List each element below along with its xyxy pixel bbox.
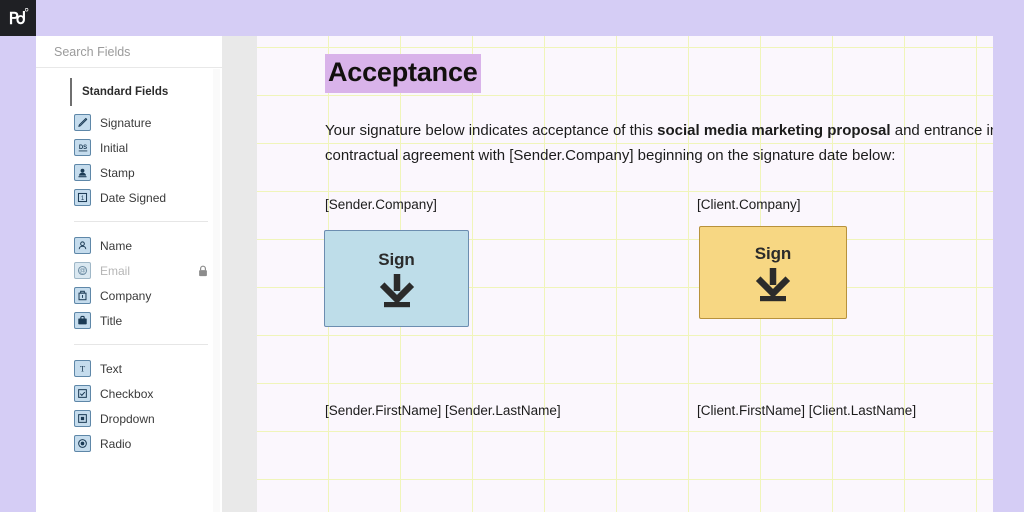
field-group-identity: Name @ Email Company Title bbox=[64, 233, 222, 333]
sign-label: Sign bbox=[754, 243, 792, 263]
page-title: Acceptance bbox=[325, 54, 481, 94]
company-icon bbox=[74, 287, 91, 304]
pd-logo-icon bbox=[9, 8, 29, 25]
field-group-signing: Signature DS Initial Stamp 1 Date Signed bbox=[64, 110, 222, 210]
email-icon: @ bbox=[74, 262, 91, 279]
field-item-title[interactable]: Title bbox=[64, 308, 222, 333]
paragraph-part-1: Your signature below indicates acceptanc… bbox=[325, 122, 658, 139]
field-item-name[interactable]: Name bbox=[64, 233, 222, 258]
initial-icon: DS bbox=[74, 139, 91, 156]
lock-icon bbox=[198, 265, 208, 277]
date-signed-icon: 1 bbox=[74, 189, 91, 206]
client-company-placeholder: [Client.Company] bbox=[697, 197, 801, 212]
field-label: Title bbox=[100, 313, 123, 328]
section-header-standard-fields: Standard Fields bbox=[70, 78, 222, 106]
sender-signature-field[interactable]: Sign bbox=[324, 230, 469, 327]
group-divider bbox=[74, 344, 208, 345]
field-label: Date Signed bbox=[100, 190, 167, 205]
group-divider bbox=[74, 221, 208, 222]
field-label: Email bbox=[100, 263, 131, 278]
field-label: Radio bbox=[100, 436, 132, 451]
pandadoc-logo[interactable] bbox=[0, 0, 36, 36]
field-label: Dropdown bbox=[100, 411, 155, 426]
field-item-radio[interactable]: Radio bbox=[64, 431, 222, 456]
sender-name-placeholder: [Sender.FirstName] [Sender.LastName] bbox=[325, 403, 561, 418]
sign-label: Sign bbox=[378, 249, 415, 269]
field-label: Text bbox=[100, 361, 123, 376]
section-title-label: Standard Fields bbox=[82, 86, 169, 98]
field-label: Checkbox bbox=[100, 386, 154, 401]
sender-company-placeholder: [Sender.Company] bbox=[325, 197, 437, 212]
canvas-gutter bbox=[222, 36, 257, 512]
stamp-icon bbox=[74, 164, 91, 181]
field-group-inputs: T Text Checkbox Dropdown Radio bbox=[64, 356, 222, 456]
panel-scrollbar[interactable] bbox=[213, 69, 220, 512]
field-label: Initial bbox=[100, 140, 129, 155]
fields-panel: Standard Fields Signature DS bbox=[36, 36, 222, 512]
field-item-initial[interactable]: DS Initial bbox=[64, 135, 222, 160]
svg-text:1: 1 bbox=[81, 196, 85, 202]
field-item-date-signed[interactable]: 1 Date Signed bbox=[64, 185, 222, 210]
signature-icon bbox=[74, 114, 91, 131]
field-item-checkbox[interactable]: Checkbox bbox=[64, 381, 222, 406]
field-label: Name bbox=[100, 238, 133, 253]
checkbox-icon bbox=[74, 385, 91, 402]
pandadoc-editor: Standard Fields Signature DS bbox=[0, 0, 1024, 512]
radio-icon bbox=[74, 435, 91, 452]
client-signature-field[interactable]: Sign bbox=[699, 226, 847, 319]
svg-text:T: T bbox=[80, 363, 86, 373]
name-icon bbox=[74, 237, 91, 254]
document-content: Acceptance Your signature below indicate… bbox=[257, 36, 993, 512]
dropdown-icon bbox=[74, 410, 91, 427]
field-item-company[interactable]: Company bbox=[64, 283, 222, 308]
text-icon: T bbox=[74, 360, 91, 377]
field-item-stamp[interactable]: Stamp bbox=[64, 160, 222, 185]
field-item-text[interactable]: T Text bbox=[64, 356, 222, 381]
search-input[interactable] bbox=[54, 44, 215, 59]
field-label: Stamp bbox=[100, 165, 135, 180]
fields-list-container: Standard Fields Signature DS Initial Sta… bbox=[64, 68, 222, 512]
field-item-signature[interactable]: Signature bbox=[64, 110, 222, 135]
svg-text:DS: DS bbox=[78, 145, 86, 151]
sign-download-arrow-icon bbox=[379, 273, 414, 307]
svg-text:@: @ bbox=[79, 268, 86, 275]
title-icon bbox=[74, 312, 91, 329]
field-label: Company bbox=[100, 288, 152, 303]
field-item-email: @ Email bbox=[64, 258, 222, 283]
field-item-dropdown[interactable]: Dropdown bbox=[64, 406, 222, 431]
client-name-placeholder: [Client.FirstName] [Client.LastName] bbox=[697, 403, 917, 418]
document-page[interactable]: Acceptance Your signature below indicate… bbox=[257, 36, 993, 512]
paragraph-bold-phrase: social media marketing proposal bbox=[657, 122, 891, 139]
search-bar[interactable] bbox=[36, 36, 222, 68]
field-label: Signature bbox=[100, 115, 152, 130]
acceptance-paragraph: Your signature below indicates acceptanc… bbox=[325, 118, 993, 168]
sign-download-arrow-icon bbox=[755, 267, 791, 301]
